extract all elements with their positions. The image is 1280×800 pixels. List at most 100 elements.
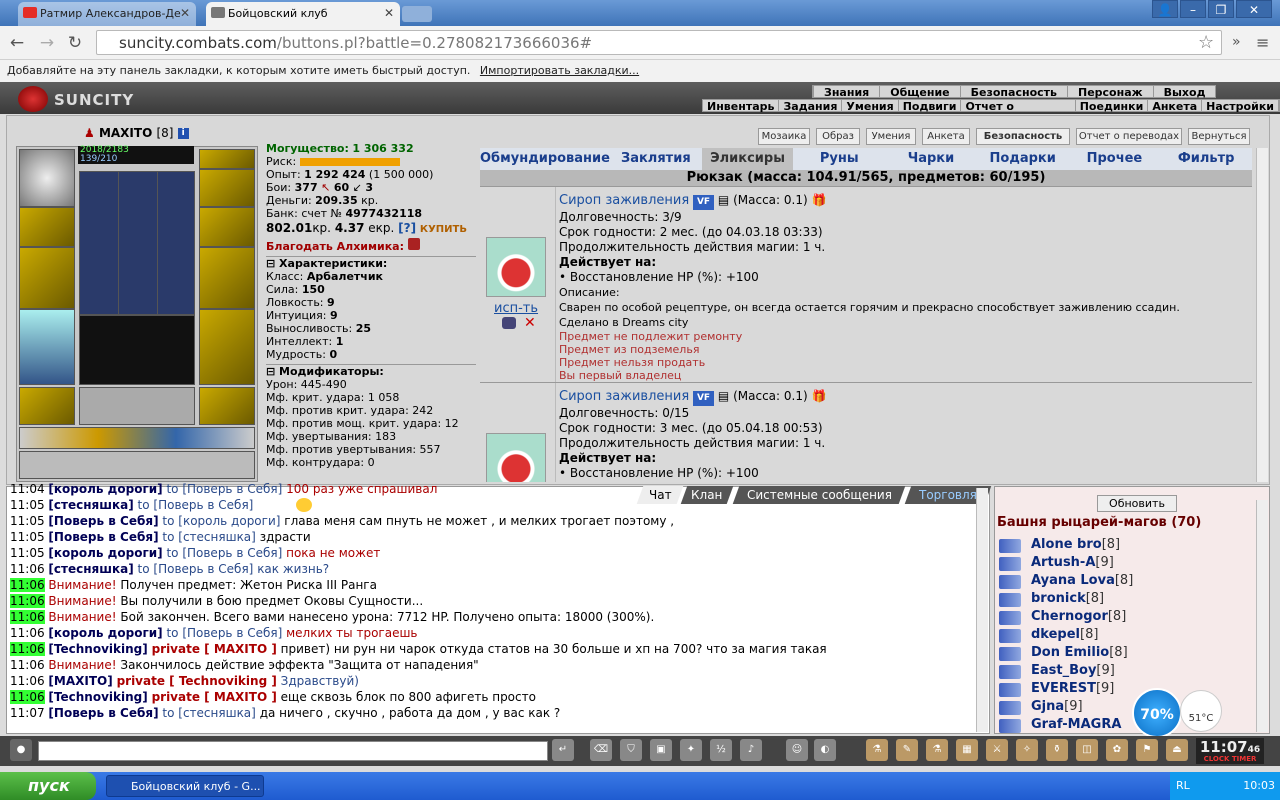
new-tab-button[interactable] xyxy=(402,6,432,22)
scroll-icon[interactable]: ✎ xyxy=(896,739,918,761)
earring-slot[interactable] xyxy=(199,149,255,169)
chat-sender[interactable]: [MAXITO] xyxy=(48,674,112,688)
info-icon[interactable]: i xyxy=(177,128,189,139)
gloves-slot[interactable] xyxy=(199,247,255,309)
chest-icon[interactable]: ▦ xyxy=(956,739,978,761)
import-bookmarks-link[interactable]: Импортировать закладки... xyxy=(480,64,639,77)
return-button[interactable]: Вернуться xyxy=(1188,128,1250,145)
chat-recipient[interactable]: to [король дороги] xyxy=(162,514,280,528)
tab-spells[interactable]: Заклятия xyxy=(610,148,702,170)
close-tab-icon[interactable]: ✕ xyxy=(384,6,394,20)
menu-icon[interactable]: ≡ xyxy=(1256,33,1269,52)
submenu-inventory[interactable]: Инвентарь xyxy=(703,100,780,113)
mosaic-button[interactable]: Мозаика xyxy=(758,128,810,145)
helmet-icon[interactable]: ◐ xyxy=(814,739,836,761)
restore-button[interactable]: ❐ xyxy=(1208,0,1234,18)
chat-recipient[interactable]: private [ MAXITO ] xyxy=(152,690,277,704)
tab-runes[interactable]: Руны xyxy=(793,148,885,170)
chat-recipient[interactable]: to [Поверь в Себя] xyxy=(166,482,282,496)
user-status-icon[interactable] xyxy=(999,539,1021,553)
user-status-icon[interactable] xyxy=(999,665,1021,679)
chat-recipient[interactable]: to [стесняшка] xyxy=(162,530,255,544)
submenu-feats[interactable]: Подвиги xyxy=(899,100,962,113)
reload-icon[interactable]: ↻ xyxy=(64,32,86,54)
potion-icon[interactable]: ⚱ xyxy=(1046,739,1068,761)
menu-exit[interactable]: Выход xyxy=(1152,86,1216,99)
sound-icon[interactable]: ♪ xyxy=(740,739,762,761)
back-icon[interactable]: ← xyxy=(6,32,28,54)
boots-slot[interactable] xyxy=(199,387,255,425)
submenu-quests[interactable]: Задания xyxy=(779,100,843,113)
chat-sender[interactable]: [Technoviking] xyxy=(48,690,147,704)
menu-communication[interactable]: Общение xyxy=(879,86,959,99)
user-status-icon[interactable] xyxy=(999,575,1021,589)
chat-recipient[interactable]: to [Поверь в Себя] xyxy=(138,562,254,576)
tab-filter[interactable]: Фильтр xyxy=(1160,148,1252,170)
empty-slots[interactable] xyxy=(79,387,195,425)
help-link[interactable]: [?] xyxy=(398,221,416,235)
refresh-button[interactable]: Обновить xyxy=(1097,495,1177,512)
save-icon[interactable]: ▣ xyxy=(650,739,672,761)
online-user[interactable]: Gjna[9] xyxy=(1031,699,1083,714)
security-button[interactable]: Безопасность xyxy=(976,128,1070,145)
inventory-scrollbar[interactable] xyxy=(1256,148,1268,482)
tab-charms[interactable]: Чарки xyxy=(885,148,977,170)
chat-sender[interactable]: [стесняшка] xyxy=(48,498,133,512)
legs-slot[interactable] xyxy=(199,309,255,385)
smile-icon[interactable]: ☺ xyxy=(786,739,808,761)
forward-icon[interactable]: → xyxy=(36,32,58,54)
user-status-icon[interactable] xyxy=(999,701,1021,715)
submenu-skills[interactable]: Умения xyxy=(842,100,899,113)
menu-security[interactable]: Безопасность xyxy=(959,86,1067,99)
tab-other[interactable]: Прочее xyxy=(1069,148,1161,170)
submenu-transfers[interactable]: Отчет о переводах xyxy=(961,100,1076,126)
chat-sender[interactable]: [король дороги] xyxy=(48,546,162,560)
submenu-fights[interactable]: Поединки xyxy=(1076,100,1149,113)
chat-scrollbar[interactable] xyxy=(976,488,988,732)
modifiers-header[interactable]: ⊟ Модификаторы: xyxy=(266,364,476,378)
online-user[interactable]: Artush-A[9] xyxy=(1031,555,1114,570)
chat-mode-icon[interactable]: ● xyxy=(10,739,32,761)
user-status-icon[interactable] xyxy=(999,719,1021,733)
close-window-button[interactable]: ✕ xyxy=(1236,0,1272,18)
rings-grid[interactable] xyxy=(79,171,195,315)
online-user[interactable]: Chernogor[8] xyxy=(1031,609,1126,624)
transfers-button[interactable]: Отчет о переводах xyxy=(1076,128,1182,145)
delete-icon[interactable]: ✕ xyxy=(524,315,536,331)
chat-tab-system[interactable]: Системные сообщения xyxy=(732,486,906,504)
fight-icon[interactable]: ✦ xyxy=(680,739,702,761)
chat-sender[interactable]: [Поверь в Себя] xyxy=(48,530,158,544)
star-icon[interactable]: ☆ xyxy=(1198,32,1214,53)
chat-recipient[interactable]: Внимание! xyxy=(48,610,116,624)
user-status-icon[interactable] xyxy=(999,611,1021,625)
chat-tab-chat[interactable]: Чат xyxy=(636,486,684,504)
submenu-profile[interactable]: Анкета xyxy=(1148,100,1203,113)
online-user[interactable]: Ayana Lova[8] xyxy=(1031,573,1133,588)
fraction-icon[interactable]: ½ xyxy=(710,739,732,761)
weapon-slot[interactable] xyxy=(19,207,75,247)
tab-gifts[interactable]: Подарки xyxy=(977,148,1069,170)
tab-equipment[interactable]: Обмундирование xyxy=(480,148,610,170)
user-status-icon[interactable] xyxy=(999,593,1021,607)
chat-recipient[interactable]: to [стесняшка] xyxy=(162,706,255,720)
belt-slot[interactable] xyxy=(19,387,75,425)
skills-button[interactable]: Умения xyxy=(866,128,916,145)
online-user[interactable]: EVEREST[9] xyxy=(1031,681,1114,696)
browser-tab-youtube[interactable]: Ратмир Александров-Де ✕ xyxy=(18,2,196,26)
item-name[interactable]: Сироп заживления xyxy=(559,389,689,404)
item-name[interactable]: Сироп заживления xyxy=(559,193,689,208)
chat-recipient[interactable]: to [Поверь в Себя] xyxy=(166,546,282,560)
image-button[interactable]: Образ xyxy=(816,128,860,145)
menu-knowledge[interactable]: Знания xyxy=(813,86,879,99)
exit-icon[interactable]: ⏏ xyxy=(1166,739,1188,761)
chat-input[interactable] xyxy=(38,741,548,761)
flower-icon[interactable]: ✿ xyxy=(1106,739,1128,761)
online-user[interactable]: Graf-MAGRA xyxy=(1031,717,1121,732)
characteristics-header[interactable]: ⊟ Характеристики: xyxy=(266,256,476,270)
bag-icon[interactable]: ◫ xyxy=(1076,739,1098,761)
chat-recipient[interactable]: Внимание! xyxy=(48,578,116,592)
chat-recipient[interactable]: Внимание! xyxy=(48,594,116,608)
online-user[interactable]: Alone bro[8] xyxy=(1031,537,1120,552)
armor-slot[interactable] xyxy=(19,309,75,385)
chat-recipient[interactable]: private [ MAXITO ] xyxy=(152,642,277,656)
